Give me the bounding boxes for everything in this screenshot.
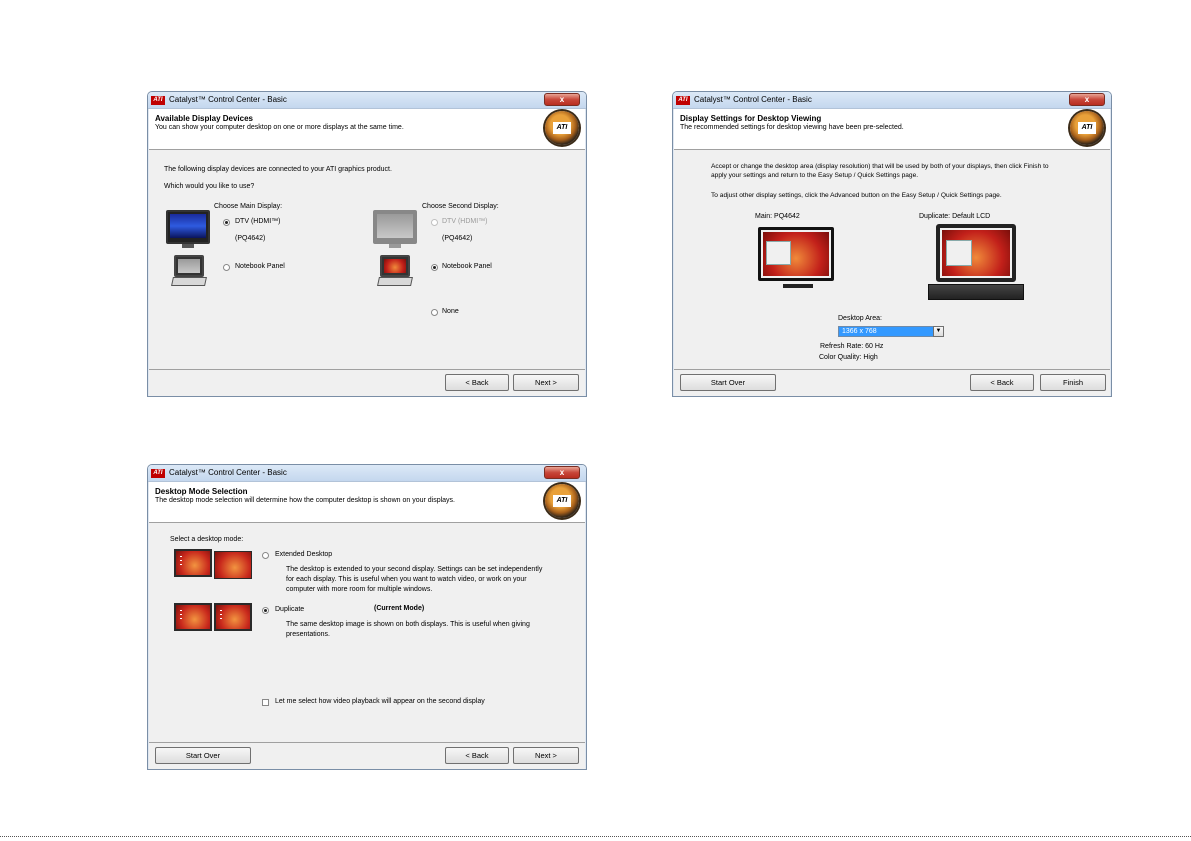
ati-app-icon: ATI (151, 469, 165, 478)
ati-logo-text: ATI (1078, 122, 1096, 134)
duplicate-radio[interactable] (262, 607, 269, 614)
extended-desktop-radio[interactable] (262, 552, 269, 559)
header-panel: Display Settings for Desktop Viewing The… (674, 109, 1110, 150)
ati-logo-icon: ATI (1070, 111, 1104, 145)
window-title: Catalyst™ Control Center - Basic (169, 468, 287, 477)
dialog-available-display-devices: ATI Catalyst™ Control Center - Basic x A… (147, 91, 587, 397)
second-dtv-label: DTV (HDMI™) (442, 218, 488, 225)
second-display-label: Choose Second Display: (422, 203, 499, 210)
page-divider (0, 836, 1191, 837)
page-subtitle: You can show your computer desktop on on… (155, 124, 404, 131)
title-bar[interactable]: ATI Catalyst™ Control Center - Basic x (673, 92, 1111, 109)
extended-desktop-label: Extended Desktop (275, 551, 333, 558)
start-over-button[interactable]: Start Over (155, 747, 251, 764)
page-subtitle: The desktop mode selection will determin… (155, 497, 455, 504)
instructions-line-2: apply your settings and return to the Ea… (711, 172, 919, 179)
duplicate-label: Duplicate (275, 606, 305, 613)
second-none-label: None (442, 308, 459, 315)
intro-text: The following display devices are connec… (164, 166, 392, 173)
extended-desc-line-2: for each display. This is useful when yo… (286, 576, 527, 583)
second-dtv-model: (PQ4642) (442, 235, 473, 242)
main-display-label: Choose Main Display: (214, 203, 283, 210)
main-dtv-label: DTV (HDMI™) (235, 218, 281, 225)
desktop-area-label: Desktop Area: (838, 315, 882, 322)
notebook-display-preview (928, 224, 1024, 300)
desktop-area-value: 1366 x 768 (842, 328, 877, 335)
next-button[interactable]: Next > (513, 374, 579, 391)
extended-display-2-thumbnail (214, 551, 252, 579)
video-playback-label: Let me select how video playback will ap… (275, 698, 485, 705)
question-text: Which would you like to use? (164, 183, 255, 190)
page-title: Available Display Devices (155, 114, 253, 123)
refresh-rate-text: Refresh Rate: 60 Hz (820, 343, 884, 350)
duplicate-desc-line-1: The same desktop image is shown on both … (286, 621, 530, 628)
finish-button[interactable]: Finish (1040, 374, 1106, 391)
main-dtv-radio[interactable] (223, 219, 230, 226)
duplicate-desc-line-2: presentations. (286, 631, 330, 638)
second-dtv-radio[interactable] (431, 219, 438, 226)
header-panel: Available Display Devices You can show y… (149, 109, 585, 150)
main-display-preview (758, 227, 834, 288)
window-title: Catalyst™ Control Center - Basic (169, 95, 287, 104)
second-notebook-radio[interactable] (431, 264, 438, 271)
dtv-monitor-icon (166, 210, 210, 248)
extended-display-1-thumbnail (174, 549, 212, 577)
button-bar: Start Over < Back Finish (674, 369, 1110, 396)
button-bar: < Back Next > (149, 369, 585, 396)
color-quality-text: Color Quality: High (819, 354, 878, 361)
second-notebook-label: Notebook Panel (442, 263, 492, 270)
chevron-down-icon[interactable]: ▼ (933, 326, 944, 337)
next-button[interactable]: Next > (513, 747, 579, 764)
close-button[interactable]: x (1069, 93, 1105, 106)
ati-app-icon: ATI (676, 96, 690, 105)
button-bar: Start Over < Back Next > (149, 742, 585, 769)
instructions-line-1: Accept or change the desktop area (displ… (711, 163, 1049, 170)
close-button[interactable]: x (544, 93, 580, 106)
duplicate-display-1-thumbnail (174, 603, 212, 631)
back-button[interactable]: < Back (445, 747, 509, 764)
desktop-area-dropdown[interactable]: 1366 x 768 ▼ (838, 326, 944, 337)
ati-logo-icon: ATI (545, 111, 579, 145)
page-subtitle: The recommended settings for desktop vie… (680, 124, 904, 131)
second-none-radio[interactable] (431, 309, 438, 316)
extended-desc-line-3: computer with more room for multiple win… (286, 586, 433, 593)
current-mode-badge: (Current Mode) (374, 605, 425, 612)
select-mode-label: Select a desktop mode: (170, 536, 244, 543)
video-playback-checkbox[interactable] (262, 699, 269, 706)
advanced-instructions: To adjust other display settings, click … (711, 192, 1002, 199)
main-notebook-radio[interactable] (223, 264, 230, 271)
duplicate-display-caption: Duplicate: Default LCD (919, 213, 991, 220)
dtv-monitor-disabled-icon (373, 210, 417, 248)
notebook-icon (171, 255, 207, 286)
main-dtv-model: (PQ4642) (235, 235, 266, 242)
main-notebook-label: Notebook Panel (235, 263, 285, 270)
back-button[interactable]: < Back (970, 374, 1034, 391)
duplicate-display-2-thumbnail (214, 603, 252, 631)
dialog-display-settings: ATI Catalyst™ Control Center - Basic x D… (672, 91, 1112, 397)
page-title: Display Settings for Desktop Viewing (680, 114, 822, 123)
back-button[interactable]: < Back (445, 374, 509, 391)
window-title: Catalyst™ Control Center - Basic (694, 95, 812, 104)
ati-logo-icon: ATI (545, 484, 579, 518)
ati-logo-text: ATI (553, 122, 571, 134)
extended-desc-line-1: The desktop is extended to your second d… (286, 566, 543, 573)
main-display-caption: Main: PQ4642 (755, 213, 800, 220)
ati-app-icon: ATI (151, 96, 165, 105)
header-panel: Desktop Mode Selection The desktop mode … (149, 482, 585, 523)
title-bar[interactable]: ATI Catalyst™ Control Center - Basic x (148, 465, 586, 482)
close-button[interactable]: x (544, 466, 580, 479)
title-bar[interactable]: ATI Catalyst™ Control Center - Basic x (148, 92, 586, 109)
dialog-desktop-mode-selection: ATI Catalyst™ Control Center - Basic x D… (147, 464, 587, 770)
page-title: Desktop Mode Selection (155, 487, 248, 496)
ati-logo-text: ATI (553, 495, 571, 507)
start-over-button[interactable]: Start Over (680, 374, 776, 391)
notebook-selected-icon (377, 255, 413, 286)
